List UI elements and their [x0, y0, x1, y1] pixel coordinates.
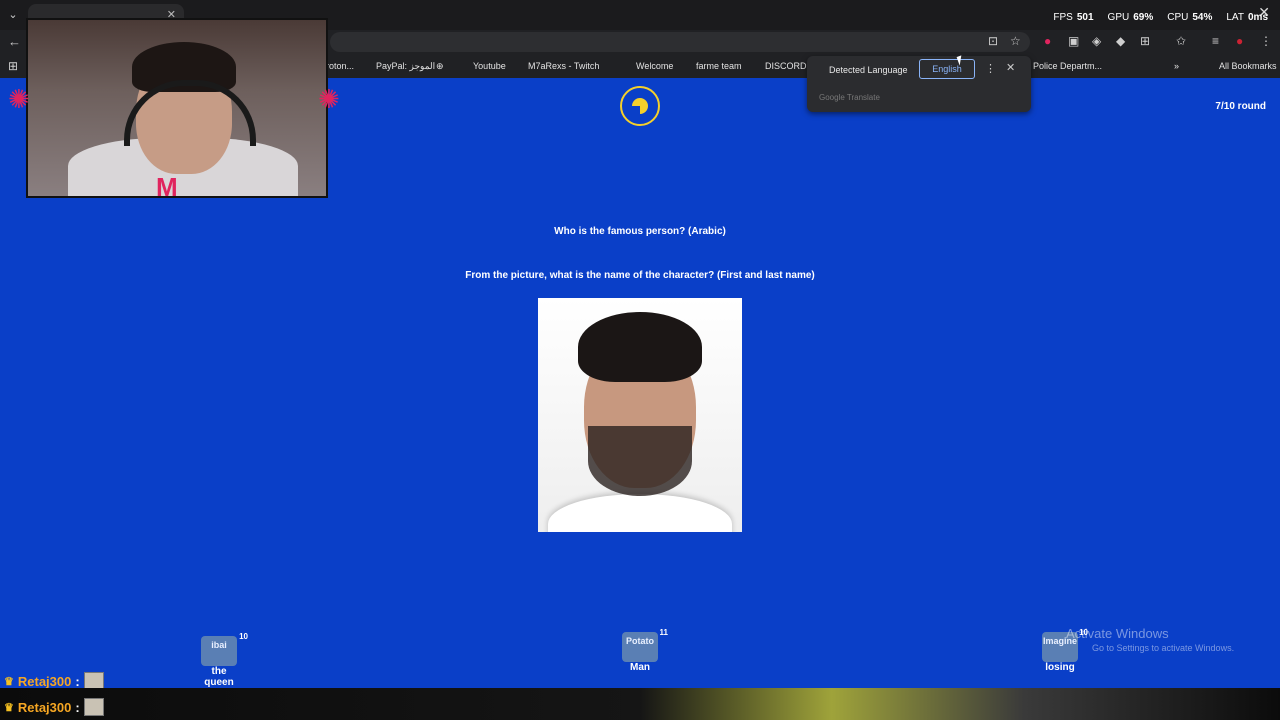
chat-message: ♛ Retaj300 : [4, 698, 104, 716]
player-name: the queen [204, 666, 234, 688]
profile-icon[interactable]: ● [1236, 34, 1243, 48]
lat-value: 0ms [1247, 12, 1268, 23]
bookmark-item[interactable]: Welcome [636, 61, 673, 71]
bookmark-item[interactable]: M7aRexs - Twitch [528, 61, 599, 71]
lat-label: LAT [1226, 12, 1244, 23]
player-score: 10 [239, 632, 248, 641]
activate-windows-watermark: Activate Windows Go to Settings to activ… [1066, 626, 1234, 653]
bookmark-folder[interactable]: farme team [696, 61, 742, 71]
chat-separator: : [75, 699, 80, 715]
more-bookmarks-icon[interactable]: » [1174, 61, 1179, 71]
fps-label: FPS [1053, 12, 1073, 23]
diamond-icon[interactable]: ◆ [1116, 34, 1125, 48]
media-icon[interactable]: ≡ [1212, 34, 1219, 48]
bookmark-star-icon[interactable]: ✩ [1176, 34, 1186, 48]
menu-icon[interactable]: ⋮ [1260, 34, 1272, 48]
player-name: Man [630, 662, 650, 673]
bookmark-item[interactable]: PayPal: الموجز [376, 61, 435, 72]
record-icon[interactable]: ● [1044, 34, 1051, 48]
star-icon[interactable]: ☆ [1010, 34, 1021, 48]
all-bookmarks[interactable]: All Bookmarks [1219, 61, 1277, 71]
webcam-overlay [26, 18, 328, 198]
flame-decoration-icon: ✺ [8, 84, 30, 114]
tab-search-dropdown-icon[interactable]: ⌄ [4, 6, 22, 24]
question-subtitle: From the picture, what is the name of th… [465, 270, 815, 281]
chat-username: Retaj300 [17, 699, 72, 715]
chat-username: Retaj300 [17, 673, 72, 689]
timer-pie-icon [632, 98, 648, 114]
bookmark-item[interactable]: Police Departm... [1033, 61, 1102, 71]
shield-icon[interactable]: ◈ [1092, 34, 1101, 48]
gpu-label: GPU [1107, 12, 1130, 23]
player-name: losing [1045, 662, 1075, 673]
address-bar[interactable] [330, 32, 1030, 52]
bookmark-item[interactable]: roton... [326, 61, 354, 71]
puzzle-icon[interactable]: ⊞ [1140, 34, 1150, 48]
round-counter: 7/10 round [1215, 101, 1266, 112]
detected-language-tab[interactable]: Detected Language [829, 65, 908, 75]
bookmark-item[interactable]: Youtube [473, 61, 506, 71]
emote-icon [83, 698, 104, 716]
bookmark-folder[interactable]: DISCORD [765, 61, 807, 71]
round-timer [620, 86, 660, 126]
cpu-value: 54% [1192, 12, 1213, 23]
player-score: 11 [659, 628, 668, 637]
translate-icon[interactable]: ⊡ [988, 34, 998, 48]
flame-decoration-icon: ✺ [318, 84, 340, 114]
fps-value: 501 [1076, 12, 1094, 23]
question-photo [538, 298, 742, 532]
screenshot-icon[interactable]: ▣ [1068, 34, 1079, 48]
game-bottom-strip [0, 688, 1280, 720]
close-icon[interactable]: ✕ [1006, 61, 1015, 74]
back-icon[interactable]: ← [8, 34, 21, 49]
round-label: round [1237, 101, 1266, 112]
streamer-logo-icon: M [156, 172, 178, 202]
watermark-subtitle: Go to Settings to activate Windows. [1092, 643, 1235, 653]
globe-icon[interactable]: ⊕ [436, 61, 444, 72]
apps-grid-icon[interactable]: ⊞ [8, 59, 18, 73]
gpu-value: 69% [1133, 12, 1154, 23]
translate-popup: Detected Language English ⋮ ✕ Google Tra… [807, 56, 1031, 112]
crown-icon: ♛ [4, 675, 14, 688]
cpu-label: CPU [1167, 12, 1189, 23]
player-card: Potato 11 Man [618, 628, 668, 673]
player-avatar: Potato [622, 632, 658, 662]
performance-overlay: FPS 501 GPU 69% CPU 54% LAT 0ms [1053, 12, 1268, 23]
watermark-title: Activate Windows [1066, 626, 1169, 641]
translate-brand: Google Translate [819, 93, 880, 102]
english-language-tab[interactable]: English [919, 59, 975, 79]
player-card: ibai 10 the queen [196, 632, 248, 688]
chat-separator: : [75, 673, 80, 689]
round-number: 7/10 [1215, 101, 1235, 112]
more-options-icon[interactable]: ⋮ [985, 62, 996, 75]
crown-icon: ♛ [4, 701, 14, 714]
player-avatar: ibai [201, 636, 237, 666]
question-title: Who is the famous person? (Arabic) [554, 226, 726, 237]
